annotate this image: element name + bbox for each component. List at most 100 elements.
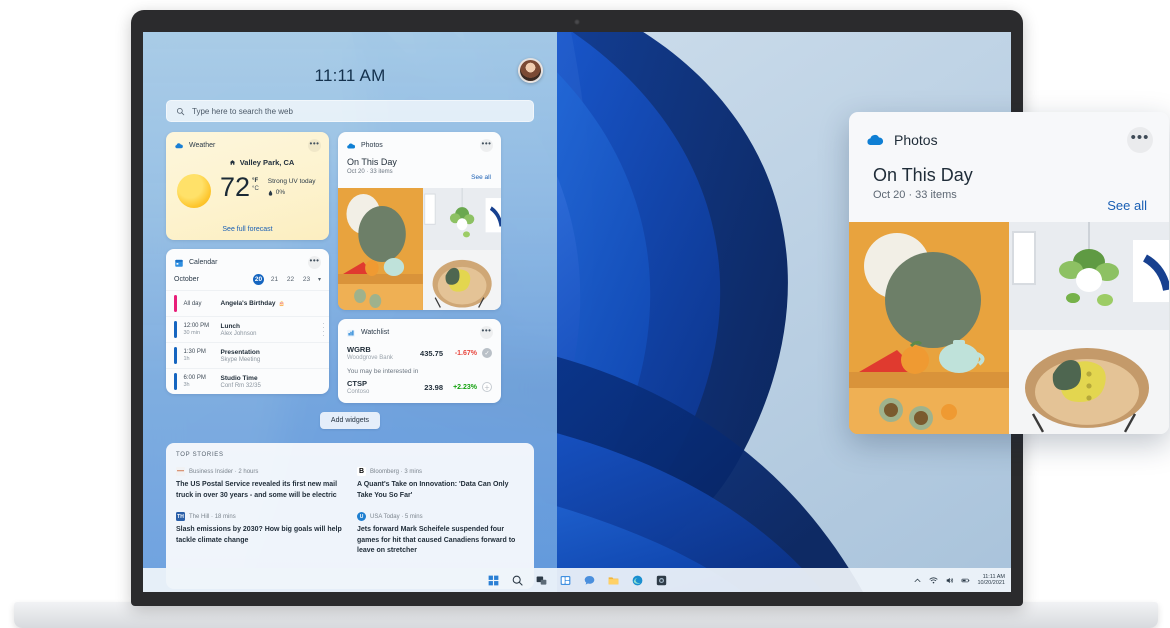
- news-headline[interactable]: A Quant's Take on Innovation: 'Data Can …: [357, 480, 524, 501]
- calendar-day-23[interactable]: 23: [301, 276, 312, 283]
- event-time: 12:00 PM: [183, 323, 210, 329]
- photos-widget[interactable]: Photos ••• On This Day Oct 20 · 33 items…: [338, 132, 501, 310]
- webcam-icon: [574, 19, 580, 25]
- chevron-up-icon[interactable]: [913, 576, 922, 585]
- photos-thumbnail-grid: [338, 188, 501, 310]
- still-life-teapot-photo[interactable]: [849, 222, 1009, 434]
- photos-more-options-icon[interactable]: •••: [480, 139, 493, 152]
- photos-see-all-link[interactable]: See all: [471, 174, 491, 181]
- calendar-event-row[interactable]: All day Angela's Birthday 🎂: [166, 290, 329, 316]
- usa-today-logo: U: [357, 512, 366, 521]
- tray-clock[interactable]: 11:11 AM 10/20/2021: [977, 574, 1005, 587]
- weather-temperature: 72: [220, 172, 251, 202]
- onedrive-cloud-icon: [867, 134, 884, 145]
- hanging-plant-photo[interactable]: [1009, 222, 1169, 331]
- watchlist-widget-header: Watchlist •••: [338, 319, 501, 342]
- calendar-day-20[interactable]: 20: [252, 274, 264, 285]
- weather-location-label: Valley Park, CA: [239, 158, 295, 167]
- callout-header: Photos •••: [849, 112, 1169, 153]
- volume-icon[interactable]: [945, 576, 954, 585]
- hanging-plant-photo[interactable]: [422, 188, 501, 251]
- event-title: Studio Time: [220, 374, 258, 382]
- task-view-icon[interactable]: [535, 574, 548, 587]
- file-explorer-icon[interactable]: [607, 574, 620, 587]
- still-life-teapot-photo[interactable]: [338, 188, 423, 310]
- chevron-down-icon[interactable]: ▾: [318, 276, 321, 283]
- wifi-icon[interactable]: [929, 576, 938, 585]
- weather-forecast-link[interactable]: See full forecast: [166, 226, 329, 233]
- widgets-panel: 11:11 AM Type here to search the web Wea…: [143, 32, 557, 592]
- news-headline[interactable]: Jets forward Mark Scheifele suspended fo…: [357, 525, 524, 557]
- news-story[interactable]: — Business Insider · 2 hours The US Post…: [176, 467, 343, 501]
- news-source-row: U USA Today · 5 mins: [357, 512, 524, 521]
- calendar-day-21[interactable]: 21: [269, 276, 280, 283]
- weather-unit-celsius[interactable]: °C: [252, 185, 259, 193]
- the-hill-logo: TH: [176, 512, 185, 521]
- widgets-icon[interactable]: [559, 574, 572, 587]
- search-icon[interactable]: [511, 574, 524, 587]
- camera-app-icon[interactable]: [655, 574, 668, 587]
- callout-more-options-icon[interactable]: •••: [1127, 127, 1153, 153]
- widgets-column-right: Photos ••• On This Day Oct 20 · 33 items…: [338, 132, 501, 403]
- search-input[interactable]: Type here to search the web: [166, 100, 534, 122]
- stock-symbol: WGRB: [347, 345, 371, 354]
- rattan-chair-pillow-photo[interactable]: [1009, 330, 1169, 434]
- callout-heading: On This Day: [873, 165, 973, 185]
- weather-precipitation: 0%: [268, 189, 316, 196]
- event-title: Presentation: [220, 348, 260, 356]
- chart-bars-icon: [347, 329, 355, 337]
- add-widgets-button[interactable]: Add widgets: [319, 412, 381, 429]
- watchlist-widget[interactable]: Watchlist ••• WGRB Woodgrove Bank 435.75…: [338, 319, 501, 403]
- weather-more-options-icon[interactable]: •••: [308, 139, 321, 152]
- weather-uv-text: Strong UV today: [267, 178, 316, 185]
- calendar-day-22[interactable]: 22: [285, 276, 296, 283]
- weather-precipitation-value: 0%: [275, 189, 286, 196]
- callout-thumbnail-grid: [849, 222, 1169, 434]
- callout-title: Photos: [894, 132, 938, 148]
- plus-circle-icon[interactable]: ＋: [482, 382, 492, 392]
- watchlist-widget-title: Watchlist: [361, 329, 390, 336]
- news-story[interactable]: U USA Today · 5 mins Jets forward Mark S…: [357, 512, 524, 557]
- watchlist-more-options-icon[interactable]: •••: [480, 326, 493, 339]
- calendar-event-row[interactable]: 6:00 PM 3h Studio Time Conf Rm 32/35: [166, 368, 329, 394]
- weather-unit-fahrenheit[interactable]: °F: [252, 177, 259, 185]
- chat-icon[interactable]: [583, 574, 596, 587]
- sun-icon: [177, 174, 211, 208]
- onedrive-cloud-icon: [347, 142, 356, 148]
- check-circle-icon[interactable]: ✓: [482, 348, 492, 358]
- news-story[interactable]: TH The Hill · 18 mins Slash emissions by…: [176, 512, 343, 557]
- event-text-block: Presentation Skype Meeting: [221, 349, 261, 363]
- news-story[interactable]: B Bloomberg · 3 mins A Quant's Take on I…: [357, 467, 524, 501]
- event-duration: 1h: [183, 356, 190, 362]
- news-headline[interactable]: The US Postal Service revealed its first…: [176, 480, 343, 501]
- battery-icon[interactable]: [961, 576, 970, 585]
- widgets-grid: Weather ••• Valley Park, CA 72 °F °C Str…: [166, 132, 534, 403]
- photos-callout-card[interactable]: Photos ••• On This Day Oct 20 · 33 items…: [849, 112, 1169, 434]
- watchlist-stock-row[interactable]: WGRB Woodgrove Bank 435.75 -1.67% ✓: [338, 342, 501, 365]
- calendar-widget[interactable]: Calendar ••• October 20 21 22 23 ▾ All d…: [166, 249, 329, 394]
- stock-symbol: CTSP: [347, 379, 368, 388]
- stock-change: +2.23%: [453, 383, 477, 391]
- calendar-event-row[interactable]: 1:30 PM 1h Presentation Skype Meeting: [166, 342, 329, 368]
- event-drag-handle[interactable]: [322, 322, 324, 337]
- news-headline[interactable]: Slash emissions by 2030? How big goals w…: [176, 525, 343, 546]
- calendar-more-options-icon[interactable]: •••: [308, 256, 321, 269]
- raindrop-icon: [268, 189, 272, 196]
- start-icon[interactable]: [487, 574, 500, 587]
- avatar[interactable]: [518, 58, 543, 83]
- callout-see-all-link[interactable]: See all: [1107, 198, 1147, 213]
- home-icon: [229, 160, 235, 165]
- weather-widget[interactable]: Weather ••• Valley Park, CA 72 °F °C Str…: [166, 132, 329, 240]
- calendar-widget-title: Calendar: [189, 259, 218, 266]
- weather-main-row: 72 °F °C Strong UV today 0%: [166, 167, 329, 208]
- event-duration: 3h: [183, 382, 190, 388]
- rattan-chair-pillow-photo[interactable]: [422, 250, 501, 310]
- news-section-header: TOP STORIES: [176, 452, 224, 458]
- edge-icon[interactable]: [631, 574, 644, 587]
- watchlist-stock-row[interactable]: CTSP Contoso 23.98 +2.23% ＋: [338, 376, 501, 403]
- calendar-event-row[interactable]: 12:00 PM 30 min Lunch Alex Johnson: [166, 316, 329, 342]
- screenshot-scene: 11:11 AM Type here to search the web Wea…: [0, 0, 1170, 628]
- photos-heading: On This Day: [347, 157, 397, 167]
- weather-units[interactable]: °F °C: [252, 177, 259, 193]
- weather-icon: [175, 142, 183, 148]
